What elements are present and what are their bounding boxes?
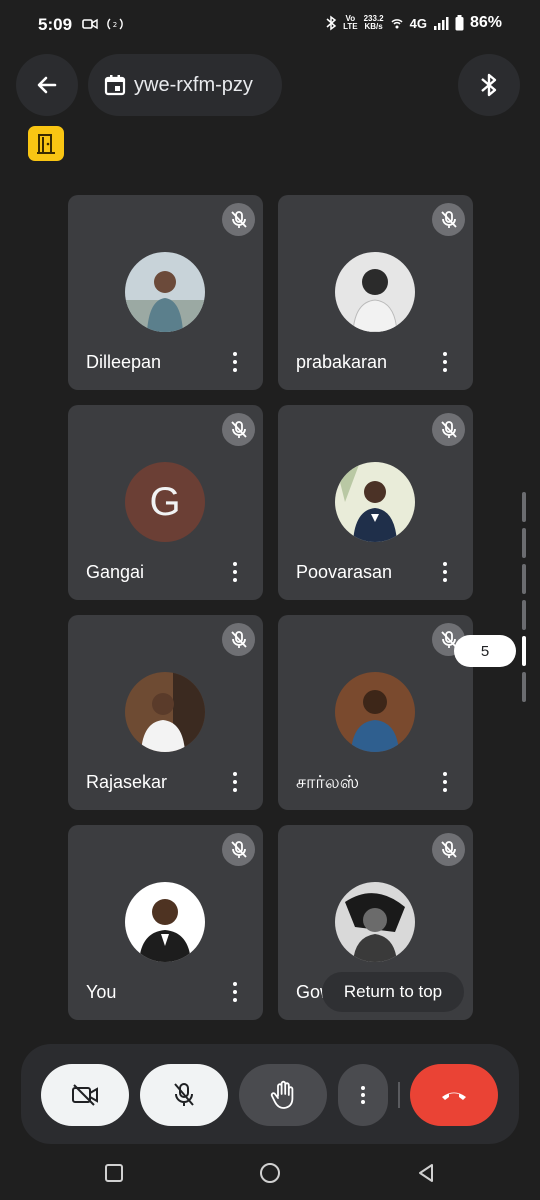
scroll-segment[interactable] bbox=[522, 528, 526, 558]
avatar bbox=[335, 462, 415, 542]
scroll-segment[interactable] bbox=[522, 564, 526, 594]
meeting-info-button[interactable]: ywe-rxfm-pzy bbox=[88, 54, 282, 116]
participant-name: Rajasekar bbox=[86, 772, 168, 792]
muted-mic-icon bbox=[222, 203, 255, 236]
scroll-segment[interactable] bbox=[522, 672, 526, 702]
status-bar: 5:09 2 Vo LTE 233.2 KB/s 4G 86% bbox=[0, 0, 540, 50]
raise-hand-button[interactable] bbox=[239, 1064, 327, 1126]
scroll-thumb[interactable] bbox=[522, 636, 526, 666]
camera-toggle-button[interactable] bbox=[41, 1064, 129, 1126]
avatar-letter: G bbox=[125, 462, 205, 542]
more-options-button[interactable] bbox=[437, 349, 453, 375]
participant-tile[interactable]: You bbox=[68, 825, 263, 1020]
network-type: 4G bbox=[409, 15, 427, 31]
recents-icon bbox=[105, 1164, 123, 1182]
avatar bbox=[125, 882, 205, 962]
more-options-button[interactable] bbox=[437, 559, 453, 585]
volte-bottom-text: LTE bbox=[343, 22, 358, 31]
calendar-icon bbox=[104, 75, 126, 96]
video-notification-icon bbox=[82, 18, 98, 30]
muted-mic-icon bbox=[432, 413, 465, 446]
back-nav-button[interactable] bbox=[413, 1160, 439, 1186]
bluetooth-audio-button[interactable] bbox=[458, 54, 520, 116]
participant-tile[interactable]: Rajasekar bbox=[68, 615, 263, 810]
hand-icon bbox=[270, 1080, 294, 1109]
svg-text:2: 2 bbox=[113, 21, 117, 29]
participant-tile[interactable]: சார்லஸ் bbox=[278, 615, 473, 810]
signal-icon bbox=[433, 17, 449, 30]
battery-percent: 86% bbox=[469, 14, 502, 31]
end-call-button[interactable] bbox=[410, 1064, 498, 1126]
volte-indicator: Vo LTE bbox=[343, 15, 358, 31]
status-right: Vo LTE 233.2 KB/s 4G 86% bbox=[325, 14, 502, 32]
avatar bbox=[335, 882, 415, 962]
call-controls-bar bbox=[21, 1044, 519, 1144]
leave-door-badge[interactable] bbox=[28, 126, 64, 161]
avatar bbox=[335, 672, 415, 752]
more-options-button[interactable] bbox=[227, 349, 243, 375]
more-options-button[interactable] bbox=[227, 769, 243, 795]
back-triangle-icon bbox=[419, 1164, 433, 1182]
participant-tile[interactable]: prabakaran bbox=[278, 195, 473, 390]
participant-name: You bbox=[86, 982, 117, 1002]
participant-name: prabakaran bbox=[296, 352, 388, 372]
status-left-icons: 2 bbox=[82, 16, 124, 32]
more-options-button[interactable] bbox=[227, 979, 243, 1005]
meet-screen: 5:09 2 Vo LTE 233.2 KB/s 4G 86% ywe-rxfm… bbox=[0, 0, 540, 1200]
mic-off-icon bbox=[174, 1083, 194, 1106]
muted-mic-icon bbox=[222, 833, 255, 866]
more-options-bottom-button[interactable] bbox=[338, 1064, 388, 1126]
camera-off-icon bbox=[72, 1084, 98, 1106]
participant-name: சார்லஸ் bbox=[296, 772, 360, 792]
muted-mic-icon bbox=[432, 833, 465, 866]
arrow-back-icon bbox=[37, 76, 57, 94]
more-options-button[interactable] bbox=[437, 769, 453, 795]
participant-tile[interactable]: Poovarasan bbox=[278, 405, 473, 600]
avatar bbox=[125, 672, 205, 752]
home-icon bbox=[260, 1163, 280, 1183]
system-nav-bar bbox=[0, 1146, 540, 1200]
hotspot-icon: 2 bbox=[107, 18, 123, 30]
controls-divider bbox=[398, 1082, 400, 1108]
participant-name: Gangai bbox=[86, 562, 145, 582]
status-time: 5:09 bbox=[38, 15, 73, 34]
end-call-icon bbox=[442, 1092, 466, 1100]
back-button[interactable] bbox=[16, 54, 78, 116]
participant-name: Dilleepan bbox=[86, 352, 162, 372]
recents-button[interactable] bbox=[101, 1160, 127, 1186]
return-to-top-button[interactable]: Return to top bbox=[322, 972, 464, 1012]
bluetooth-icon bbox=[481, 73, 497, 97]
avatar bbox=[335, 252, 415, 332]
participant-tile[interactable]: Dilleepan bbox=[68, 195, 263, 390]
mic-toggle-button[interactable] bbox=[140, 1064, 228, 1126]
home-button[interactable] bbox=[257, 1160, 283, 1186]
muted-mic-icon bbox=[222, 623, 255, 656]
speed-unit: KB/s bbox=[364, 22, 383, 31]
more-options-button[interactable] bbox=[227, 559, 243, 585]
page-indicator: 5 bbox=[454, 635, 516, 667]
wifi-calling-icon bbox=[391, 19, 403, 29]
more-vert-icon bbox=[361, 1086, 365, 1104]
participant-tile[interactable]: G Gangai bbox=[68, 405, 263, 600]
door-icon bbox=[37, 133, 55, 154]
data-speed: 233.2 KB/s bbox=[364, 15, 384, 31]
avatar bbox=[125, 252, 205, 332]
scroll-segment[interactable] bbox=[522, 492, 526, 522]
muted-mic-icon bbox=[432, 203, 465, 236]
scroll-segment[interactable] bbox=[522, 600, 526, 630]
meeting-code: ywe-rxfm-pzy bbox=[134, 73, 253, 96]
battery-icon bbox=[455, 15, 464, 31]
muted-mic-icon bbox=[222, 413, 255, 446]
bluetooth-status-icon bbox=[326, 15, 337, 31]
participant-name: Poovarasan bbox=[296, 562, 393, 582]
